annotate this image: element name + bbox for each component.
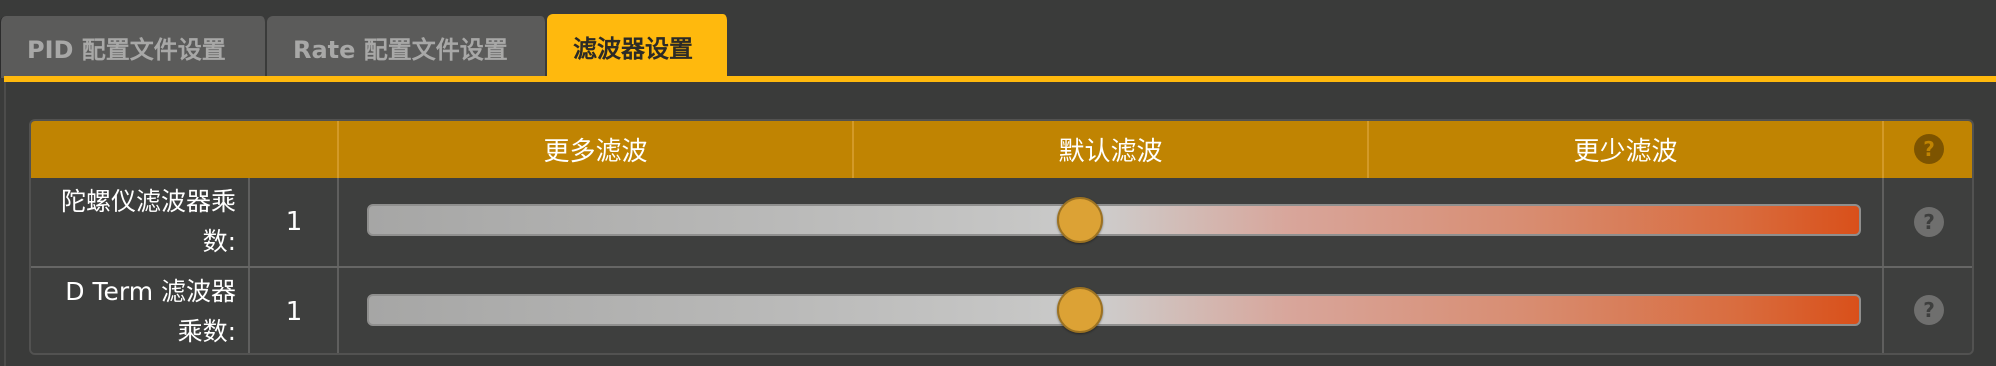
tab-rate-profile-label: Rate 配置文件设置 <box>293 35 508 64</box>
dterm-filter-label-line2: 乘数: <box>177 316 236 346</box>
gyro-filter-slider[interactable] <box>367 204 1861 236</box>
header-default-filtering: 默认滤波 <box>1058 137 1163 167</box>
dterm-filter-slider[interactable] <box>367 294 1861 326</box>
gyro-filter-help-icon[interactable]: ? <box>1914 207 1944 237</box>
tab-pid-profile-label: PID 配置文件设置 <box>27 35 226 64</box>
dterm-filter-label-line1: D Term 滤波器 <box>65 276 236 306</box>
tab-bar: PID 配置文件设置 Rate 配置文件设置 滤波器设置 <box>0 14 729 78</box>
header-less-filtering: 更少滤波 <box>1573 137 1678 167</box>
dterm-filter-slider-thumb[interactable] <box>1056 287 1103 333</box>
table-row-gyro-filter: 陀螺仪滤波器乘 数: 1 ? <box>31 178 1972 266</box>
tab-filter-settings-label: 滤波器设置 <box>573 34 693 63</box>
table-row-dterm-filter: D Term 滤波器 乘数: 1 ? <box>31 268 1972 353</box>
table-header: 更多滤波 默认滤波 更少滤波 ? <box>31 121 1972 178</box>
gyro-filter-value: 1 <box>285 207 303 237</box>
row-divider <box>1882 178 1884 266</box>
row-divider <box>1882 268 1884 353</box>
dterm-filter-label: D Term 滤波器 乘数: <box>31 268 248 353</box>
gyro-filter-slider-thumb[interactable] <box>1056 197 1103 243</box>
gyro-filter-label: 陀螺仪滤波器乘 数: <box>31 178 248 266</box>
tab-filter-settings[interactable]: 滤波器设置 <box>547 14 729 78</box>
dterm-filter-help-icon[interactable]: ? <box>1914 295 1944 325</box>
filter-slider-table: 更多滤波 默认滤波 更少滤波 ? 陀螺仪滤波器乘 数: 1 ? D Term 滤… <box>29 119 1974 355</box>
gyro-filter-label-line1: 陀螺仪滤波器乘 <box>60 187 236 216</box>
gyro-filter-label-line2: 数: <box>202 227 236 256</box>
tab-rate-profile[interactable]: Rate 配置文件设置 <box>267 16 547 78</box>
tab-pid-profile[interactable]: PID 配置文件设置 <box>0 16 267 78</box>
filter-settings-panel: PID 配置文件设置 Rate 配置文件设置 滤波器设置 更多滤波 默认滤波 更… <box>0 0 1996 366</box>
dterm-filter-value: 1 <box>285 296 303 327</box>
header-help-icon[interactable]: ? <box>1914 134 1944 164</box>
header-more-filtering: 更多滤波 <box>543 137 648 167</box>
header-divider <box>1882 121 1884 178</box>
